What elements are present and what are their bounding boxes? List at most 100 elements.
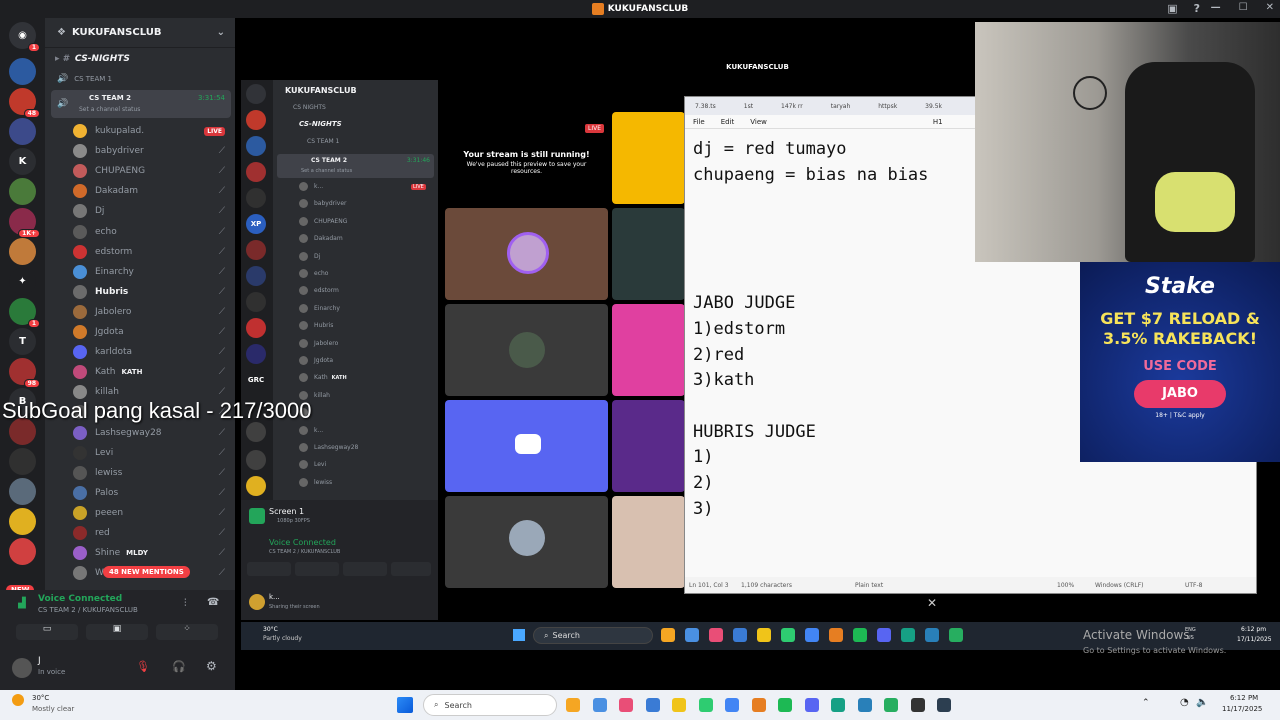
server-icon[interactable]: [9, 178, 36, 205]
voice-member[interactable]: Palos ⟋: [45, 483, 235, 503]
server-icon[interactable]: [9, 118, 36, 145]
taskbar-app-icon[interactable]: [910, 698, 925, 712]
notepad-content[interactable]: dj = red tumayo chupaeng = bias na bias …: [693, 137, 928, 523]
channel-cs-team1[interactable]: 🔊 CS TEAM 1: [45, 69, 235, 89]
server-icon[interactable]: [9, 448, 36, 475]
voice-member[interactable]: edstorm ⟋: [45, 242, 235, 262]
server-icon[interactable]: T: [9, 328, 36, 355]
server-icon[interactable]: ✦: [9, 268, 36, 295]
server-header[interactable]: ❖ KUKUFANSCLUB ⌄: [45, 18, 235, 48]
voice-member[interactable]: Dj ⟋: [45, 201, 235, 221]
taskbar-app-icon[interactable]: [645, 698, 660, 712]
voice-member[interactable]: CHUPAENG ⟋: [45, 161, 235, 181]
close-stream-icon[interactable]: ✕: [927, 596, 937, 610]
voice-member[interactable]: Levi ⟋: [45, 443, 235, 463]
server-icon[interactable]: [9, 58, 36, 85]
notepad-tab[interactable]: 39.5k: [925, 103, 942, 110]
server-icon[interactable]: 98: [9, 358, 40, 388]
taskbar-app-icon[interactable]: [592, 698, 607, 712]
avatar: [73, 325, 87, 339]
voice-member[interactable]: karldota ⟋: [45, 342, 235, 362]
tray-chevron-icon[interactable]: ⌃: [1142, 698, 1150, 708]
stake-ad[interactable]: Stake GET $7 RELOAD & 3.5% RAKEBACK! USE…: [1080, 262, 1280, 462]
taskbar-app-icon[interactable]: [672, 698, 686, 712]
voice-member[interactable]: Shine MLDY ⟋: [45, 543, 235, 563]
settings-gear-icon[interactable]: ⚙: [206, 659, 217, 673]
voice-member[interactable]: red ⟋: [45, 523, 235, 543]
notepad-tab[interactable]: httpsk: [878, 103, 897, 110]
server-icon[interactable]: 48: [9, 88, 40, 118]
headset-icon[interactable]: 🎧: [172, 660, 186, 673]
server-icon[interactable]: [9, 508, 36, 535]
notepad-tab[interactable]: 147k rr: [781, 103, 803, 110]
voice-member[interactable]: peeen ⟋: [45, 503, 235, 523]
voice-member[interactable]: Lashsegway28 ⟋: [45, 423, 235, 443]
channel-cs-team2[interactable]: 🔊 CS TEAM 2 3:31:54 Set a channel status: [51, 90, 231, 118]
member-name: Kath: [95, 367, 116, 378]
voice-member[interactable]: Jabolero ⟋: [45, 302, 235, 322]
server-icon[interactable]: K: [9, 148, 36, 175]
taskbar-app-icon[interactable]: [725, 698, 739, 712]
taskbar-app-icon[interactable]: [884, 698, 898, 712]
menu-view[interactable]: View: [750, 118, 767, 126]
voice-member[interactable]: lewiss ⟋: [45, 463, 235, 483]
voice-member[interactable]: Einarchy ⟋: [45, 262, 235, 282]
voice-member[interactable]: Jgdota ⟋: [45, 322, 235, 342]
server-icon[interactable]: [9, 478, 36, 505]
mute-icon[interactable]: 🎙: [136, 660, 150, 673]
voice-member[interactable]: babydriver ⟋: [45, 141, 235, 161]
maximize-button[interactable]: ☐: [1239, 2, 1248, 13]
screen-share-button[interactable]: ▣: [86, 624, 148, 640]
noise-suppression-icon[interactable]: ⫶: [184, 598, 187, 609]
disconnect-icon[interactable]: ☎: [207, 597, 219, 608]
voice-member[interactable]: kukupalad. LIVE: [45, 121, 235, 141]
inner-live-badge: LIVE: [411, 183, 426, 190]
taskbar-app-icon[interactable]: [831, 698, 845, 712]
volume-icon[interactable]: 🔈: [1196, 697, 1208, 708]
close-button[interactable]: ✕: [1266, 2, 1274, 13]
home-button[interactable]: ◉ 1: [9, 22, 40, 52]
inner-avatar: [299, 338, 308, 348]
notepad-tab[interactable]: taryah: [831, 103, 851, 110]
voice-member[interactable]: Hubris ⟋: [45, 282, 235, 302]
wifi-icon[interactable]: ◔: [1180, 697, 1189, 708]
notepad-tab[interactable]: 1st: [744, 103, 753, 110]
avatar[interactable]: [12, 658, 32, 678]
line-ending: Windows (CRLF): [1095, 581, 1144, 589]
taskbar-app-icon[interactable]: [937, 698, 951, 712]
voice-channel[interactable]: CS TEAM 2 / KUKUFANSCLUB: [38, 606, 138, 614]
taskbar-app-icon[interactable]: [698, 698, 713, 712]
taskbar-search[interactable]: ⌕ Search: [423, 694, 557, 716]
help-icon[interactable]: ?: [1194, 2, 1200, 15]
minimize-button[interactable]: —: [1211, 2, 1221, 13]
taskbar-app-icon[interactable]: [778, 698, 792, 712]
voice-member[interactable]: Kath KATH ⟋: [45, 362, 235, 382]
start-button[interactable]: [397, 697, 413, 713]
taskbar-app-icon[interactable]: [804, 698, 819, 712]
new-mentions-badge[interactable]: 48 NEW MENTIONS: [103, 566, 190, 578]
inner-member: Lashsegway28: [299, 443, 358, 452]
channel-status-prompt[interactable]: Set a channel status: [79, 106, 140, 113]
camera-button[interactable]: ▭: [16, 624, 78, 640]
server-icon[interactable]: [9, 238, 36, 265]
heading-dropdown[interactable]: H1: [933, 118, 943, 126]
taskbar-app-icon[interactable]: [619, 698, 633, 712]
taskbar-app-icon[interactable]: [566, 698, 580, 712]
clock-time[interactable]: 6:12 PM: [1230, 694, 1258, 702]
inbox-icon[interactable]: ▣: [1167, 2, 1177, 15]
activities-button[interactable]: ⁘: [156, 624, 218, 640]
menu-file[interactable]: File: [693, 118, 705, 126]
server-icon[interactable]: 1: [9, 298, 40, 328]
menu-edit[interactable]: Edit: [721, 118, 735, 126]
inner-member: lewiss: [299, 477, 332, 487]
ad-code-button[interactable]: JABO: [1134, 380, 1226, 408]
voice-member[interactable]: echo ⟋: [45, 222, 235, 242]
clock-date[interactable]: 11/17/2025: [1222, 705, 1262, 713]
taskbar-app-icon[interactable]: [857, 698, 872, 712]
server-icon[interactable]: 1K+: [9, 208, 40, 238]
notepad-tab[interactable]: 7.38.ts: [695, 103, 716, 110]
server-icon[interactable]: [9, 538, 36, 565]
taskbar-app-icon[interactable]: [751, 698, 766, 712]
channel-cs-nights[interactable]: ▸ # CS-NIGHTS: [45, 49, 235, 69]
voice-member[interactable]: Dakadam ⟋: [45, 181, 235, 201]
